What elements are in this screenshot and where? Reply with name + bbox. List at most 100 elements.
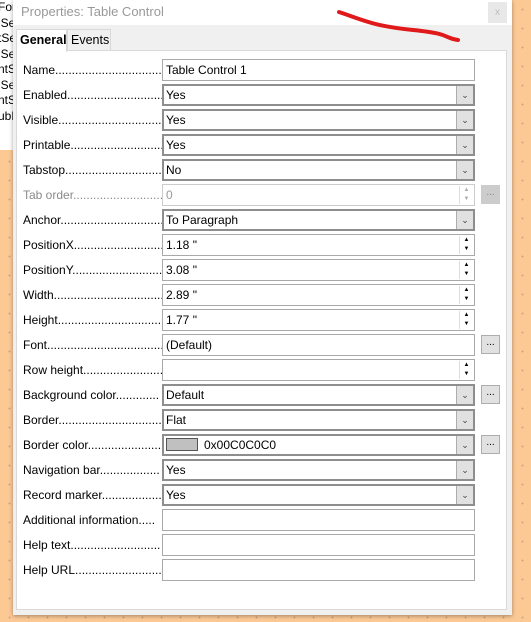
spin-buttons[interactable]: ▲ ▼ — [459, 286, 473, 304]
chevron-down-icon[interactable]: ⌄ — [456, 411, 473, 429]
background-item: lSe — [0, 15, 14, 30]
red-annotation-scribble — [337, 10, 460, 42]
chevron-down-icon[interactable]: ⌄ — [456, 436, 473, 454]
tab-general[interactable]: General — [16, 29, 67, 52]
navigation-bar-dropdown[interactable]: Yes ⌄ — [162, 459, 475, 481]
spin-buttons[interactable]: ▲ ▼ — [459, 311, 473, 329]
border-color-dropdown[interactable]: 0x00C0C0C0 ⌄ — [162, 434, 475, 456]
spin-down-icon[interactable]: ▼ — [460, 270, 473, 279]
spin-down-icon[interactable]: ▼ — [460, 195, 473, 204]
chevron-down-icon[interactable]: ⌄ — [456, 86, 473, 104]
border-color-ellipsis-button[interactable]: ... — [481, 435, 500, 454]
positiony-label: PositionY........................... — [23, 263, 163, 277]
border-label: Border............................... — [23, 413, 162, 427]
row-height-spinbox[interactable]: ▲ ▼ — [162, 359, 475, 381]
width-spinbox[interactable]: 2.89 " ▲ ▼ — [162, 284, 475, 306]
tab-order-spinbox: 0 ▲ ▼ — [162, 184, 475, 206]
spin-buttons[interactable]: ▲ ▼ — [459, 186, 473, 204]
anchor-value: To Paragraph — [166, 213, 239, 227]
property-row-enabled: Enabled.............................. Yes… — [17, 84, 507, 106]
border-color-value: 0x00C0C0C0 — [204, 438, 277, 452]
positiony-spinbox[interactable]: 3.08 " ▲ ▼ — [162, 259, 475, 281]
anchor-label: Anchor............................... — [23, 213, 163, 227]
height-value: 1.77 " — [166, 313, 197, 327]
tabstop-value: No — [166, 163, 182, 177]
spin-buttons[interactable]: ▲ ▼ — [459, 361, 473, 379]
property-row-printable: Printable............................ Yes… — [17, 134, 507, 156]
spin-up-icon[interactable]: ▲ — [460, 236, 473, 245]
background-item: For — [0, 0, 14, 14]
name-input[interactable]: Table Control 1 — [162, 59, 475, 81]
help-url-input[interactable] — [162, 559, 475, 581]
font-input[interactable]: (Default) — [162, 334, 475, 356]
chevron-down-icon[interactable]: ⌄ — [456, 211, 473, 229]
property-row-height: Height................................ 1.… — [17, 309, 507, 331]
border-color-label: Border color....................... — [23, 438, 163, 452]
background-item: tSe — [0, 31, 14, 45]
property-row-row-height: Row height......................... ▲ ▼ — [17, 359, 507, 381]
background-color-label: Background color............. — [23, 388, 160, 402]
additional-information-input[interactable] — [162, 509, 475, 531]
spin-buttons[interactable]: ▲ ▼ — [459, 261, 473, 279]
spin-down-icon[interactable]: ▼ — [460, 295, 473, 304]
help-text-input[interactable] — [162, 534, 475, 556]
close-button[interactable]: x — [488, 2, 507, 23]
spin-down-icon[interactable]: ▼ — [460, 320, 473, 329]
property-row-positionx: PositionX........................... 1.18… — [17, 234, 507, 256]
property-row-additional-information: Additional information..... — [17, 509, 507, 531]
tab-events[interactable]: Events — [67, 29, 111, 51]
height-spinbox[interactable]: 1.77 " ▲ ▼ — [162, 309, 475, 331]
property-row-tabstop: Tabstop.............................. No ⌄ — [17, 159, 507, 181]
spin-up-icon[interactable]: ▲ — [460, 186, 473, 195]
tab-order-value: 0 — [166, 188, 173, 202]
chevron-down-icon[interactable]: ⌄ — [456, 386, 473, 404]
spin-buttons[interactable]: ▲ ▼ — [459, 236, 473, 254]
spin-up-icon[interactable]: ▲ — [460, 311, 473, 320]
tabstop-dropdown[interactable]: No ⌄ — [162, 159, 475, 181]
record-marker-label: Record marker................... — [23, 488, 163, 502]
spin-up-icon[interactable]: ▲ — [460, 361, 473, 370]
visible-dropdown[interactable]: Yes ⌄ — [162, 109, 475, 131]
font-ellipsis-button[interactable]: ... — [481, 335, 500, 354]
tab-order-ellipsis-button: ... — [481, 185, 500, 204]
additional-information-label: Additional information..... — [23, 513, 156, 527]
background-color-dropdown[interactable]: Default ⌄ — [162, 384, 475, 406]
background-color-ellipsis-button[interactable]: ... — [481, 385, 500, 404]
enabled-value: Yes — [166, 88, 186, 102]
color-swatch — [166, 438, 198, 452]
property-row-positiony: PositionY........................... 3.08… — [17, 259, 507, 281]
background-color-value: Default — [166, 388, 205, 402]
row-height-label: Row height......................... — [23, 363, 163, 377]
record-marker-dropdown[interactable]: Yes ⌄ — [162, 484, 475, 506]
general-panel: Name................................. Tab… — [16, 50, 507, 610]
property-row-navigation-bar: Navigation bar.................. Yes ⌄ — [17, 459, 507, 481]
border-dropdown[interactable]: Flat ⌄ — [162, 409, 475, 431]
spin-up-icon[interactable]: ▲ — [460, 286, 473, 295]
spin-up-icon[interactable]: ▲ — [460, 261, 473, 270]
printable-label: Printable............................ — [23, 138, 163, 152]
printable-dropdown[interactable]: Yes ⌄ — [162, 134, 475, 156]
border-value: Flat — [166, 413, 187, 427]
enabled-dropdown[interactable]: Yes ⌄ — [162, 84, 475, 106]
property-row-help-text: Help text........................... — [17, 534, 507, 556]
chevron-down-icon[interactable]: ⌄ — [456, 161, 473, 179]
chevron-down-icon[interactable]: ⌄ — [456, 111, 473, 129]
chevron-down-icon[interactable]: ⌄ — [456, 136, 473, 154]
background-document-list: ForlSetSelSentSlSentSubF — [0, 0, 14, 150]
help-text-label: Help text........................... — [23, 538, 161, 552]
positionx-spinbox[interactable]: 1.18 " ▲ ▼ — [162, 234, 475, 256]
spin-down-icon[interactable]: ▼ — [460, 370, 473, 379]
name-label: Name................................. — [23, 63, 163, 77]
dialog-title: Properties: Table Control — [21, 4, 164, 19]
tab-order-label: Tab order............................ — [23, 188, 163, 202]
property-row-tab-order: Tab order............................ 0 ▲ ▼… — [17, 184, 507, 206]
spin-down-icon[interactable]: ▼ — [460, 245, 473, 254]
properties-dialog: Properties: Table Control x General Even… — [13, 0, 512, 615]
chevron-down-icon[interactable]: ⌄ — [456, 461, 473, 479]
anchor-dropdown[interactable]: To Paragraph ⌄ — [162, 209, 475, 231]
chevron-down-icon[interactable]: ⌄ — [456, 486, 473, 504]
property-row-border-color: Border color....................... 0x00C… — [17, 434, 507, 456]
positiony-value: 3.08 " — [166, 263, 197, 277]
width-value: 2.89 " — [166, 288, 197, 302]
positionx-label: PositionX........................... — [23, 238, 163, 252]
